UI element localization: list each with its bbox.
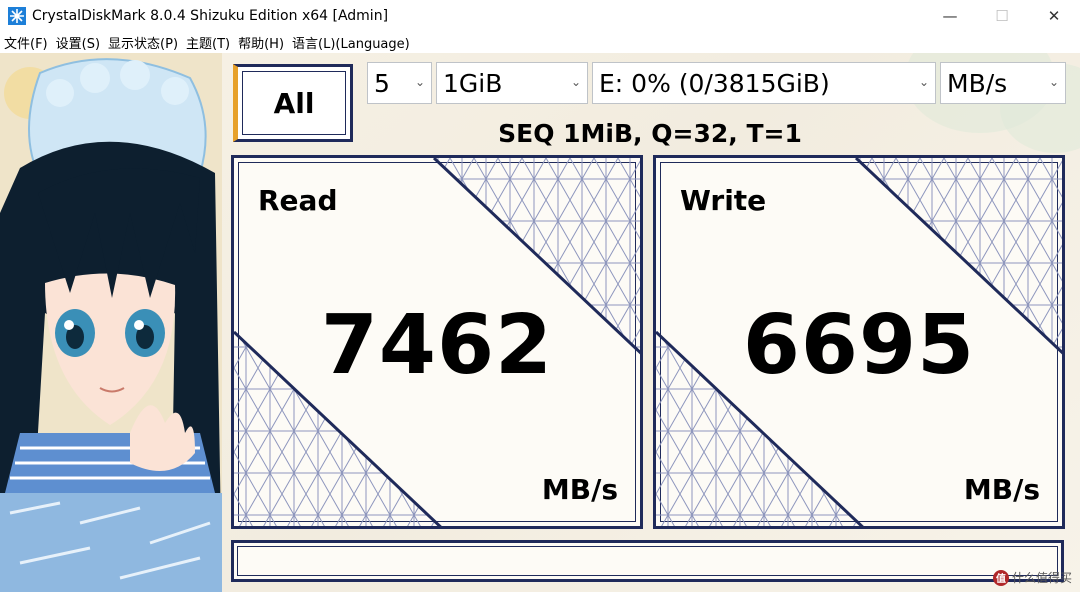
minimize-icon: —: [942, 6, 958, 25]
test-size-select[interactable]: 1GiB ⌄: [436, 62, 588, 104]
chevron-down-icon: ⌄: [918, 75, 930, 89]
drive-select[interactable]: E: 0% (0/3815GiB) ⌄: [592, 62, 936, 104]
close-button[interactable]: ✕: [1028, 0, 1080, 31]
test-count-value: 5: [374, 68, 390, 98]
drive-value: E: 0% (0/3815GiB): [599, 68, 830, 98]
menu-display[interactable]: 显示状态(P): [108, 33, 178, 52]
write-result-panel: Write 6695 MB/s: [653, 155, 1065, 529]
read-label: Read: [258, 184, 338, 217]
all-tests-button[interactable]: All: [233, 64, 353, 142]
test-count-select[interactable]: 5 ⌄: [367, 62, 432, 104]
read-unit: MB/s: [541, 473, 618, 506]
title-bar: CrystalDiskMark 8.0.4 Shizuku Edition x6…: [0, 0, 1080, 32]
write-unit: MB/s: [963, 473, 1040, 506]
write-label: Write: [680, 184, 767, 217]
test-size-value: 1GiB: [443, 68, 503, 98]
unit-value: MB/s: [947, 68, 1008, 98]
menu-file[interactable]: 文件(F): [4, 33, 48, 52]
minimize-button[interactable]: —: [924, 0, 976, 31]
main-area: All 5 ⌄ 1GiB ⌄ E: 0% (0/3815GiB) ⌄ MB/s …: [0, 53, 1080, 592]
read-value: 7462: [320, 298, 554, 393]
chevron-down-icon: ⌄: [570, 75, 582, 89]
menu-settings[interactable]: 设置(S): [56, 33, 100, 52]
watermark-logo-icon: 值: [992, 569, 1009, 586]
read-result-panel: Read 7462 MB/s: [231, 155, 643, 529]
chevron-down-icon: ⌄: [414, 75, 426, 89]
status-bar: [231, 540, 1064, 582]
menu-help[interactable]: 帮助(H): [238, 33, 284, 52]
maximize-button[interactable]: ☐: [976, 0, 1028, 31]
maximize-icon: ☐: [995, 6, 1009, 25]
window-title: CrystalDiskMark 8.0.4 Shizuku Edition x6…: [32, 7, 389, 24]
chevron-down-icon: ⌄: [1048, 75, 1060, 89]
watermark-text: 什么值得买: [1011, 571, 1072, 585]
watermark: 值 什么值得买: [992, 569, 1072, 586]
menu-theme[interactable]: 主题(T): [186, 33, 230, 52]
character-artwork: [0, 53, 222, 592]
menu-language[interactable]: 语言(L)(Language): [292, 33, 410, 52]
unit-select[interactable]: MB/s ⌄: [940, 62, 1066, 104]
close-icon: ✕: [1047, 6, 1061, 25]
test-type-label: SEQ 1MiB, Q=32, T=1: [498, 119, 802, 148]
app-icon: [8, 6, 26, 25]
menu-bar: 文件(F) 设置(S) 显示状态(P) 主题(T) 帮助(H) 语言(L)(La…: [0, 31, 1080, 53]
write-value: 6695: [742, 298, 976, 393]
